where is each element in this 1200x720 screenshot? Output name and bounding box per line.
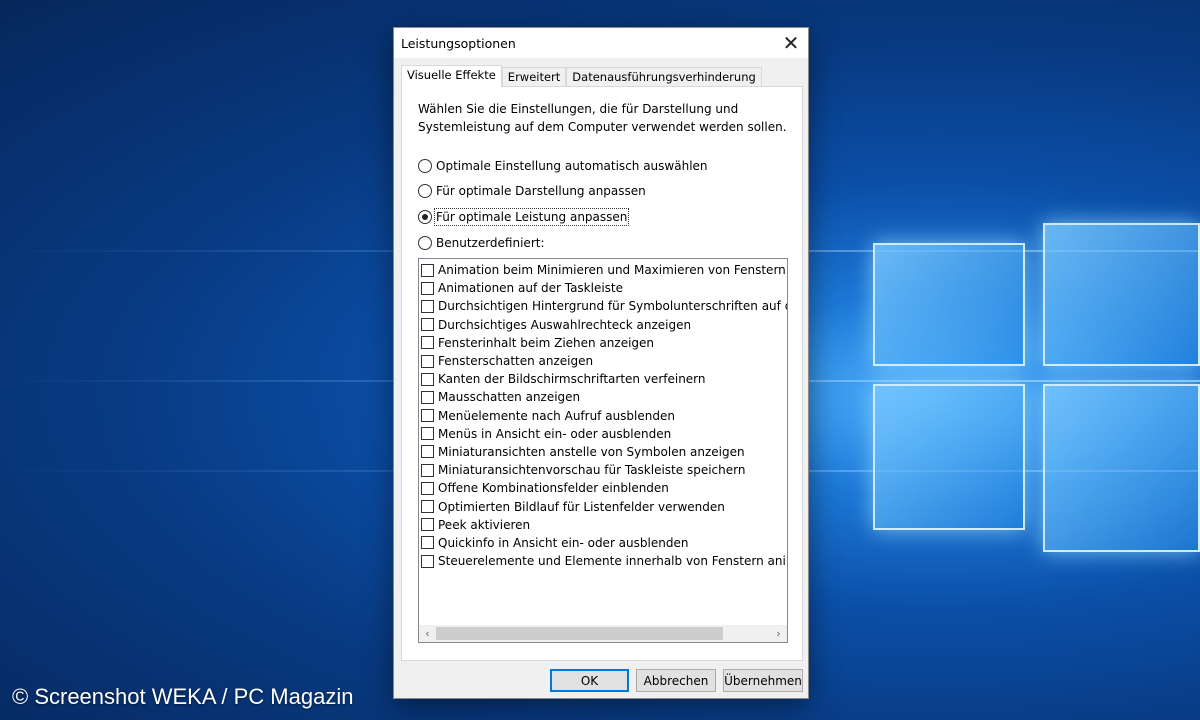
radio-best-appearance[interactable]: Für optimale Darstellung anpassen xyxy=(418,184,646,198)
radio-label: Für optimale Darstellung anpassen xyxy=(436,184,646,198)
effect-checkbox-row[interactable]: Quickinfo in Ansicht ein- oder ausblende… xyxy=(421,534,787,552)
radio-button-selected[interactable] xyxy=(418,210,432,224)
effect-checkbox-row[interactable]: Miniaturansichtenvorschau für Taskleiste… xyxy=(421,461,787,479)
copyright-watermark: © Screenshot WEKA / PC Magazin xyxy=(12,684,354,709)
radio-button[interactable] xyxy=(418,184,432,198)
effect-checkbox-row[interactable]: Durchsichtigen Hintergrund für Symbolunt… xyxy=(421,297,787,315)
windows-logo-pane xyxy=(1043,384,1200,552)
tab-data-execution-prevention[interactable]: Datenausführungsverhinderung xyxy=(566,67,762,87)
effect-label: Miniaturansichtenvorschau für Taskleiste… xyxy=(438,463,746,478)
effect-checkbox-row[interactable]: Mausschatten anzeigen xyxy=(421,388,787,406)
close-button[interactable]: ✕ xyxy=(774,28,808,58)
checkbox[interactable] xyxy=(421,409,434,423)
radio-label: Benutzerdefiniert: xyxy=(436,236,545,250)
radio-label: Für optimale Leistung anpassen xyxy=(433,208,630,226)
windows-logo-pane xyxy=(873,384,1025,530)
windows-logo-pane xyxy=(1043,223,1200,366)
effect-checkbox-row[interactable]: Animationen auf der Taskleiste xyxy=(421,279,787,297)
effects-list-items: Animation beim Minimieren und Maximieren… xyxy=(421,261,787,623)
checkbox[interactable] xyxy=(421,481,434,495)
effect-checkbox-row[interactable]: Fensterschatten anzeigen xyxy=(421,352,787,370)
radio-auto[interactable]: Optimale Einstellung automatisch auswähl… xyxy=(418,159,708,173)
intro-text: Wählen Sie die Einstellungen, die für Da… xyxy=(418,102,787,134)
effect-checkbox-row[interactable]: Durchsichtiges Auswahlrechteck anzeigen xyxy=(421,316,787,334)
effect-checkbox-row[interactable]: Optimierten Bildlauf für Listenfelder ve… xyxy=(421,497,787,515)
checkbox[interactable] xyxy=(421,554,434,568)
effect-checkbox-row[interactable]: Miniaturansichten anstelle von Symbolen … xyxy=(421,443,787,461)
effect-label: Steuerelemente und Elemente innerhalb vo… xyxy=(438,554,787,569)
scrollbar-thumb[interactable] xyxy=(436,627,723,640)
effect-label: Peek aktivieren xyxy=(438,517,531,532)
chevron-right-icon[interactable]: › xyxy=(770,625,787,642)
tab-visual-effects[interactable]: Visuelle Effekte xyxy=(401,65,502,87)
checkbox[interactable] xyxy=(421,263,434,277)
checkbox[interactable] xyxy=(421,500,434,514)
effect-label: Fensterschatten anzeigen xyxy=(438,354,594,369)
apply-button[interactable]: Übernehmen xyxy=(723,669,803,692)
effect-label: Menüs in Ansicht ein- oder ausblenden xyxy=(438,426,672,441)
checkbox[interactable] xyxy=(421,463,434,477)
effect-checkbox-row[interactable]: Menüelemente nach Aufruf ausblenden xyxy=(421,407,787,425)
tab-strip: Visuelle Effekte Erweitert Datenausführu… xyxy=(401,65,762,87)
effect-checkbox-row[interactable]: Fensterinhalt beim Ziehen anzeigen xyxy=(421,334,787,352)
ok-button[interactable]: OK xyxy=(550,669,629,692)
radio-custom[interactable]: Benutzerdefiniert: xyxy=(418,236,545,250)
effect-checkbox-row[interactable]: Steuerelemente und Elemente innerhalb vo… xyxy=(421,552,787,570)
effect-label: Menüelemente nach Aufruf ausblenden xyxy=(438,408,675,423)
visual-effects-list[interactable]: Animation beim Minimieren und Maximieren… xyxy=(418,258,788,643)
effect-label: Kanten der Bildschirmschriftarten verfei… xyxy=(438,372,706,387)
checkbox[interactable] xyxy=(421,536,434,550)
effect-checkbox-row[interactable]: Menüs in Ansicht ein- oder ausblenden xyxy=(421,425,787,443)
cancel-button[interactable]: Abbrechen xyxy=(636,669,716,692)
effect-label: Animation beim Minimieren und Maximieren… xyxy=(438,263,786,278)
tab-panel: Wählen Sie die Einstellungen, die für Da… xyxy=(401,86,803,661)
effect-label: Offene Kombinationsfelder einblenden xyxy=(438,481,669,496)
checkbox[interactable] xyxy=(421,281,434,295)
effect-label: Durchsichtiges Auswahlrechteck anzeigen xyxy=(438,317,692,332)
effect-checkbox-row[interactable]: Peek aktivieren xyxy=(421,516,787,534)
checkbox[interactable] xyxy=(421,427,434,441)
checkbox[interactable] xyxy=(421,390,434,404)
checkbox[interactable] xyxy=(421,354,434,368)
effect-checkbox-row[interactable]: Offene Kombinationsfelder einblenden xyxy=(421,479,787,497)
radio-button[interactable] xyxy=(418,236,432,250)
checkbox[interactable] xyxy=(421,318,434,332)
performance-options-dialog: Leistungsoptionen ✕ Visuelle Effekte Erw… xyxy=(393,27,809,699)
radio-best-performance[interactable]: Für optimale Leistung anpassen xyxy=(418,208,630,226)
effect-label: Miniaturansichten anstelle von Symbolen … xyxy=(438,444,745,459)
chevron-left-icon[interactable]: ‹ xyxy=(419,625,436,642)
effect-label: Optimierten Bildlauf für Listenfelder ve… xyxy=(438,499,725,514)
effect-label: Durchsichtigen Hintergrund für Symbolunt… xyxy=(438,299,787,314)
effect-label: Animationen auf der Taskleiste xyxy=(438,281,624,296)
radio-label: Optimale Einstellung automatisch auswähl… xyxy=(436,159,708,173)
horizontal-scrollbar[interactable]: ‹ › xyxy=(419,625,787,642)
effect-label: Fensterinhalt beim Ziehen anzeigen xyxy=(438,335,655,350)
effect-label: Quickinfo in Ansicht ein- oder ausblende… xyxy=(438,535,689,550)
checkbox[interactable] xyxy=(421,445,434,459)
checkbox[interactable] xyxy=(421,299,434,313)
checkbox[interactable] xyxy=(421,518,434,532)
checkbox[interactable] xyxy=(421,372,434,386)
title-bar: Leistungsoptionen ✕ xyxy=(394,28,808,58)
effect-checkbox-row[interactable]: Animation beim Minimieren und Maximieren… xyxy=(421,261,787,279)
close-icon: ✕ xyxy=(782,31,800,55)
effect-label: Mausschatten anzeigen xyxy=(438,390,581,405)
effect-checkbox-row[interactable]: Kanten der Bildschirmschriftarten verfei… xyxy=(421,370,787,388)
checkbox[interactable] xyxy=(421,336,434,350)
dialog-title: Leistungsoptionen xyxy=(401,36,516,51)
tab-advanced[interactable]: Erweitert xyxy=(501,67,567,87)
radio-button[interactable] xyxy=(418,159,432,173)
windows-logo-pane xyxy=(873,243,1025,366)
